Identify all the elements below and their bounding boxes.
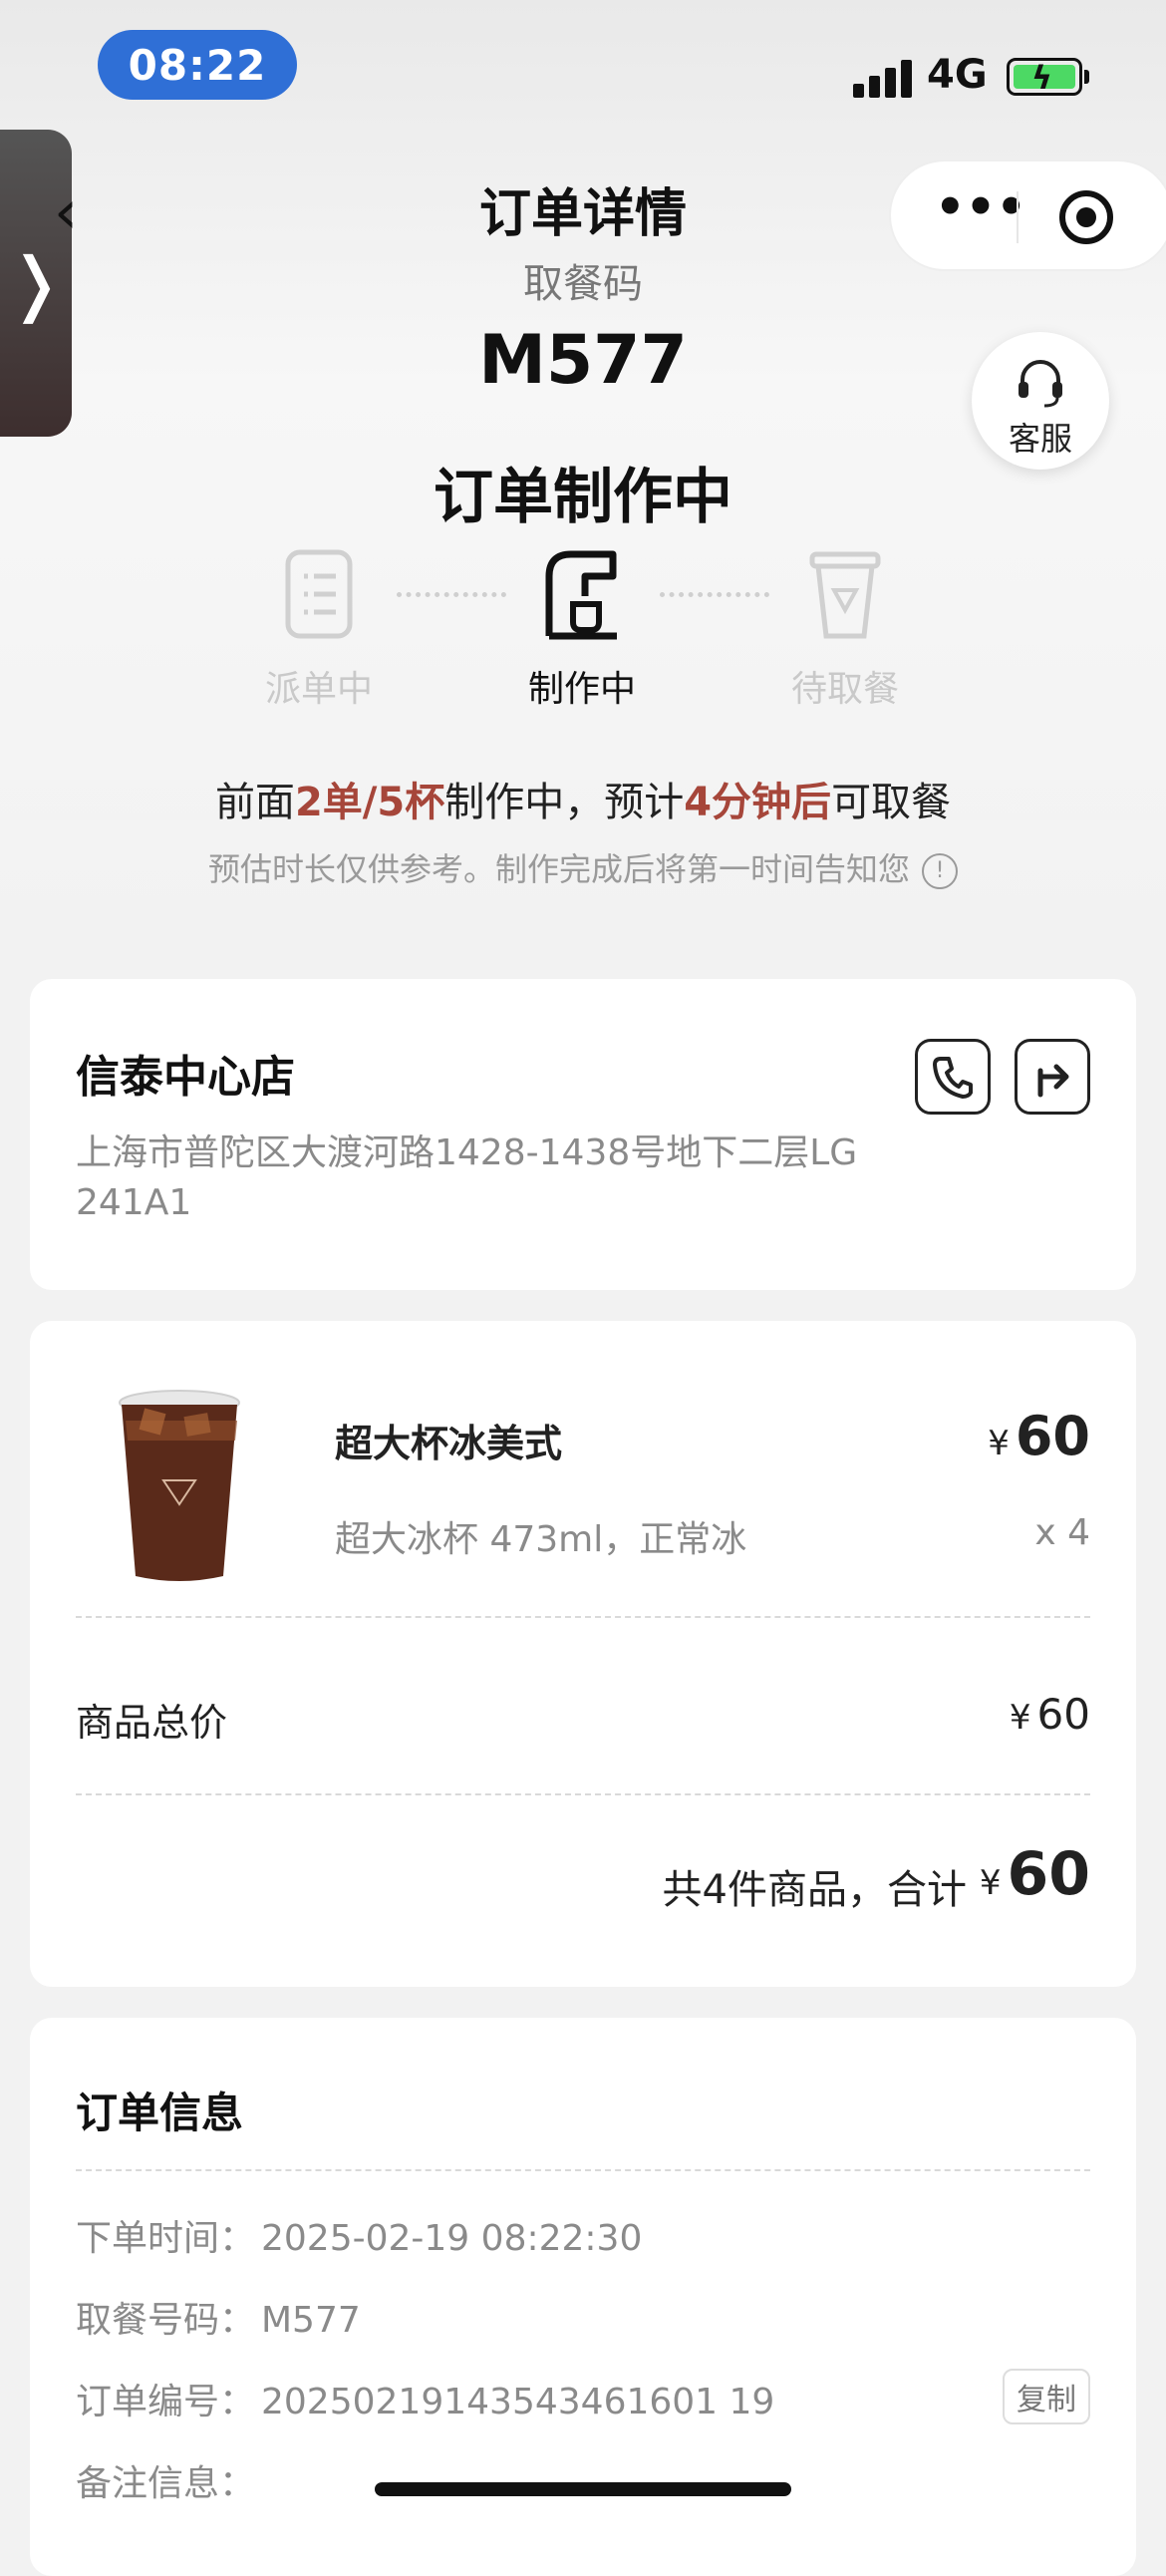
coffee-machine-icon: [545, 550, 617, 640]
order-info-title: 订单信息: [76, 2089, 244, 2137]
order-items-card: 超大杯冰美式 超大冰杯 473ml，正常冰 ¥60 x 4 商品总价 ¥60 共…: [30, 1321, 1136, 1987]
battery-tip: [1084, 70, 1089, 84]
pickup-code-label: 取餐码: [523, 261, 643, 307]
pickup-number-row: 取餐号码： M577: [76, 2300, 361, 2341]
remarks-row: 备注信息：: [76, 2463, 256, 2504]
headset-icon: [1019, 360, 1062, 408]
status-time: 08:22: [98, 30, 297, 100]
subtotal-value: ¥60: [1009, 1690, 1090, 1739]
store-card: 信泰中心店 上海市普陀区大渡河路1428-1438号地下二层LG 241A1: [30, 979, 1136, 1290]
total-summary-label: 共4件商品，合计: [662, 1867, 967, 1913]
step-connector: [397, 592, 506, 597]
store-name: 信泰中心店: [76, 1052, 295, 1103]
navigate-button[interactable]: [1015, 1039, 1090, 1115]
signal-icon: [853, 58, 915, 98]
home-indicator[interactable]: [375, 2482, 791, 2496]
cup-icon: [809, 551, 881, 639]
order-list-icon: [285, 549, 353, 639]
step-connector: [660, 592, 769, 597]
network-label: 4G: [927, 52, 988, 98]
call-store-button[interactable]: [915, 1039, 991, 1115]
order-status-title: 订单制作中: [434, 463, 732, 532]
step-making: 制作中: [492, 546, 672, 712]
divider: [76, 1793, 1090, 1795]
product-quantity: x 4: [1034, 1512, 1090, 1553]
battery-icon: ϟ: [1007, 58, 1082, 97]
order-number-row: 订单编号： 20250219143543461601 19: [76, 2382, 775, 2422]
copy-order-number-button[interactable]: 复制: [1003, 2369, 1090, 2424]
divider: [76, 1616, 1090, 1618]
product-image-iced-americano: [119, 1390, 240, 1581]
product-price: ¥60: [988, 1405, 1090, 1467]
step-dispatching: 派单中: [229, 546, 409, 712]
eta: 4分钟后: [684, 780, 832, 825]
directions-icon: [1037, 1064, 1069, 1098]
phone-icon: [933, 1057, 973, 1099]
step-label: 制作中: [527, 669, 636, 710]
product-spec: 超大冰杯 473ml，正常冰: [335, 1519, 747, 1560]
step-label: 待取餐: [790, 669, 899, 710]
total-value: ¥60: [979, 1839, 1090, 1909]
wait-estimate: 前面2单/5杯制作中，预计4分钟后可取餐: [214, 780, 952, 825]
estimate-note: 预估时长仅供参考。制作完成后将第一时间告知您!: [0, 844, 1166, 890]
customer-service-label: 客服: [1008, 420, 1072, 458]
queue-count: 2单/5杯: [294, 780, 445, 825]
product-name: 超大杯冰美式: [335, 1422, 563, 1465]
subtotal-label: 商品总价: [76, 1701, 228, 1745]
order-time-row: 下单时间： 2025-02-19 08:22:30: [76, 2218, 643, 2259]
divider: [76, 2169, 1090, 2171]
store-address: 上海市普陀区大渡河路1428-1438号地下二层LG 241A1: [76, 1132, 858, 1223]
info-icon[interactable]: !: [922, 853, 958, 889]
step-ready: 待取餐: [755, 546, 935, 712]
step-label: 派单中: [264, 669, 373, 710]
customer-service-button[interactable]: 客服: [972, 332, 1109, 470]
